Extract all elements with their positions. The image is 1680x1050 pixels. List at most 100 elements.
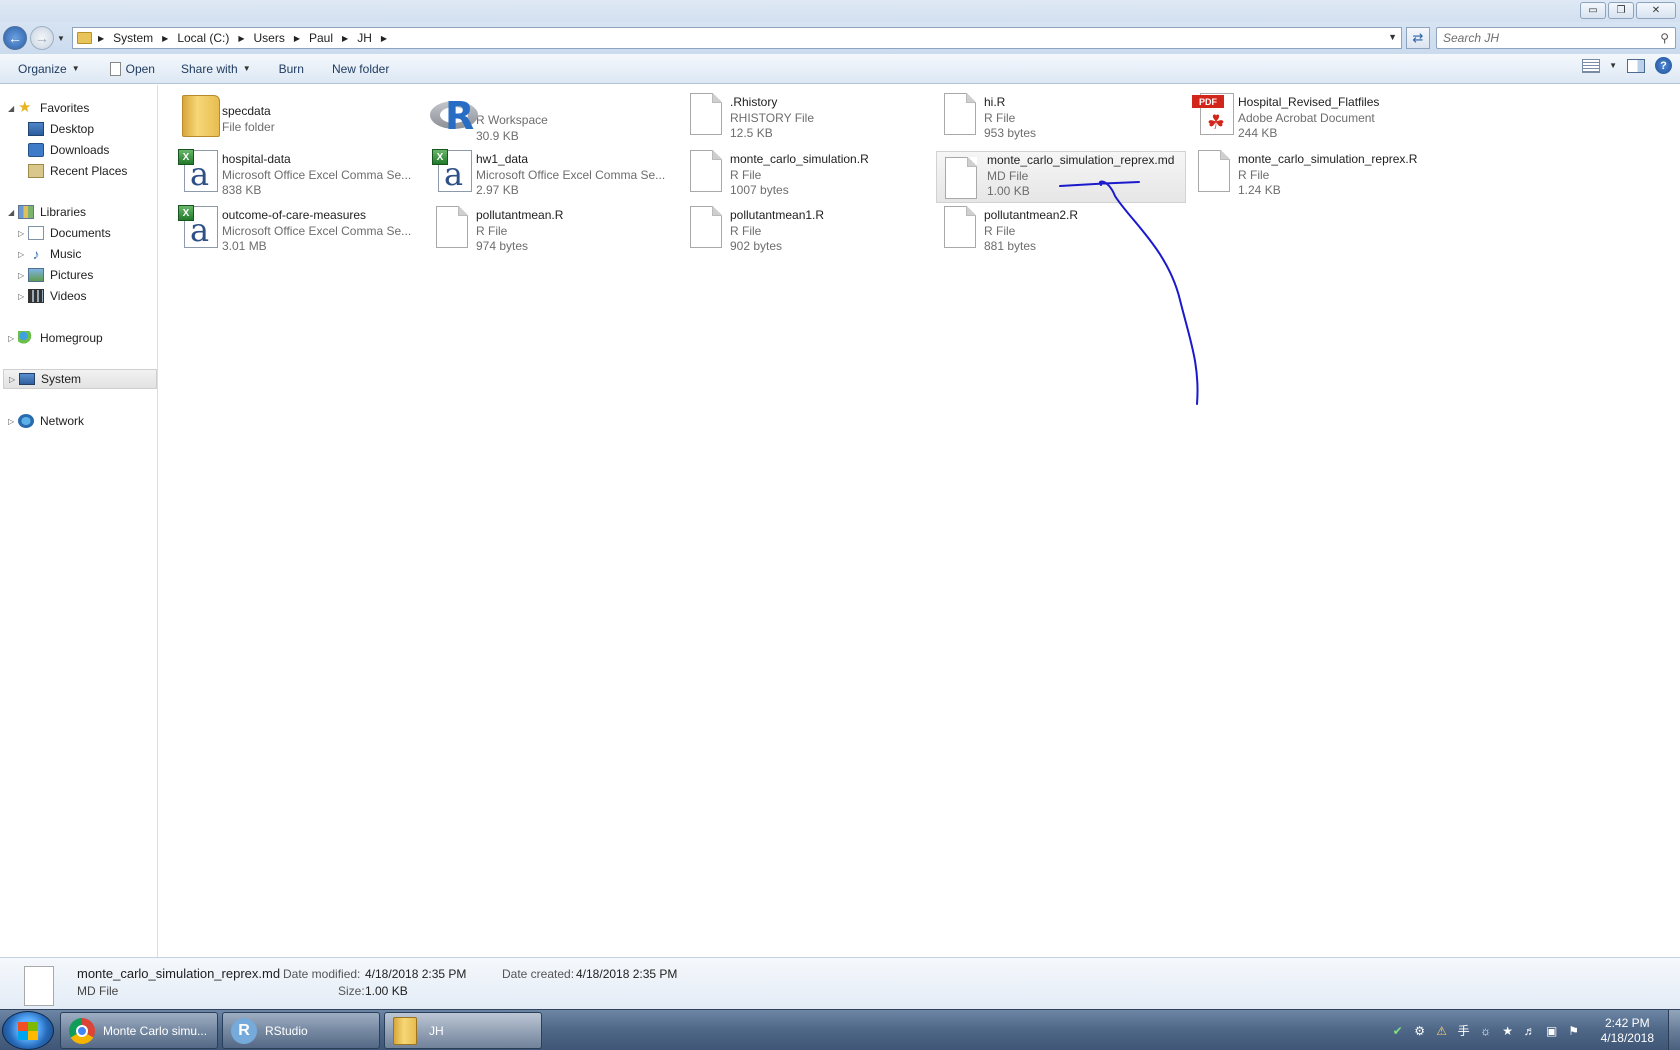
close-button[interactable]: ✕ (1636, 2, 1676, 19)
volume-alert-icon[interactable]: ⚠ (1435, 1024, 1449, 1038)
nav-label: Network (40, 414, 85, 428)
nav-downloads[interactable]: Downloads (28, 140, 109, 160)
minimize-button[interactable]: ▭ (1580, 2, 1606, 19)
file-type: Microsoft Office Excel Comma Se... (476, 167, 666, 182)
clock[interactable]: 2:42 PM 4/18/2018 (1601, 1016, 1654, 1046)
breadcrumb-item[interactable]: Paul (309, 31, 333, 45)
file-name: Hospital_Revised_Flatfiles (1238, 95, 1380, 109)
file-tile[interactable]: specdata File folder (172, 87, 424, 139)
file-tile[interactable]: a X hospital-data Microsoft Office Excel… (172, 144, 424, 197)
refresh-button[interactable]: ⇄ (1406, 27, 1430, 49)
taskbar-rstudio[interactable]: R RStudio (222, 1012, 380, 1049)
preview-pane-icon[interactable] (1627, 58, 1645, 73)
file-tile[interactable]: monte_carlo_simulation_reprex.R R File 1… (1188, 144, 1440, 197)
organize-button[interactable]: Organize ▼ (10, 57, 88, 81)
file-tile[interactable]: hi.R R File 953 bytes (934, 87, 1186, 140)
bluetooth-icon[interactable]: ★ (1501, 1024, 1515, 1038)
sync-check-icon[interactable]: ✔ (1391, 1024, 1405, 1038)
nav-label: Music (50, 247, 82, 261)
nav-system[interactable]: ▷ System (3, 369, 157, 389)
help-icon[interactable]: ? (1655, 57, 1672, 74)
search-placeholder: Search JH (1443, 31, 1500, 45)
expander-closed-icon[interactable]: ▷ (18, 229, 28, 238)
share-with-button[interactable]: Share with ▼ (173, 57, 259, 81)
expander-closed-icon[interactable]: ▷ (9, 375, 19, 384)
nav-libraries[interactable]: ◢ Libraries (8, 202, 86, 222)
expander-closed-icon[interactable]: ▷ (18, 271, 28, 280)
file-size: 30.9 KB (476, 128, 519, 143)
back-button[interactable]: ← (3, 26, 27, 50)
action-center-flag-icon[interactable]: ⚑ (1567, 1024, 1581, 1038)
restore-button[interactable]: ❐ (1608, 2, 1634, 19)
settings-gear-icon[interactable]: ⚙ (1413, 1024, 1427, 1038)
expander-closed-icon[interactable]: ▷ (8, 334, 18, 343)
file-tile[interactable]: a X outcome-of-care-measures Microsoft O… (172, 200, 424, 253)
open-button[interactable]: Open (102, 57, 163, 81)
chevron-right-icon[interactable]: ▶ (342, 34, 348, 43)
search-input[interactable]: Search JH ⚲ (1436, 27, 1676, 49)
new-folder-button[interactable]: New folder (324, 57, 397, 81)
file-tile[interactable]: pollutantmean1.R R File 902 bytes (680, 200, 932, 253)
taskbar-chrome[interactable]: Monte Carlo simu... (60, 1012, 218, 1049)
start-button[interactable] (2, 1011, 54, 1050)
breadcrumb-item[interactable]: Users (254, 31, 285, 45)
file-name: pollutantmean.R (476, 208, 564, 222)
power-icon[interactable]: ▣ (1545, 1024, 1559, 1038)
nav-favorites[interactable]: ◢ ★ Favorites (8, 98, 89, 118)
file-size: 881 bytes (984, 239, 1037, 253)
generic-file-icon (24, 966, 54, 1006)
chevron-right-icon[interactable]: ▶ (381, 34, 387, 43)
file-tile[interactable]: R R Workspace 30.9 KB (426, 87, 678, 143)
breadcrumb-item[interactable]: Local (C:) (177, 31, 229, 45)
file-tile[interactable]: .Rhistory RHISTORY File 12.5 KB (680, 87, 932, 140)
generic-file-icon (944, 206, 976, 248)
address-bar[interactable]: ▶ System ▶ Local (C:) ▶ Users ▶ Paul ▶ J… (72, 27, 1402, 49)
nav-label: System (41, 372, 82, 386)
nav-network[interactable]: ▷ Network (8, 411, 84, 431)
burn-button[interactable]: Burn (271, 57, 312, 81)
nav-homegroup[interactable]: ▷ Homegroup (8, 328, 103, 348)
chevron-right-icon[interactable]: ▶ (238, 34, 244, 43)
breadcrumb-item[interactable]: JH (357, 31, 372, 45)
expander-closed-icon[interactable]: ▷ (8, 417, 18, 426)
file-tile[interactable]: monte_carlo_simulation.R R File 1007 byt… (680, 144, 932, 197)
file-tile[interactable]: ☘ PDF Hospital_Revised_Flatfiles Adobe A… (1188, 87, 1440, 140)
change-view-button[interactable]: ▼ (1582, 58, 1617, 73)
chevron-right-icon[interactable]: ▶ (98, 34, 104, 43)
generic-file-icon (690, 206, 722, 248)
file-size: 3.01 MB (222, 239, 267, 253)
file-tile[interactable]: a X hw1_data Microsoft Office Excel Comm… (426, 144, 678, 197)
folder-icon (182, 95, 220, 137)
recent-places-icon (28, 164, 44, 178)
expander-open-icon[interactable]: ◢ (8, 104, 18, 113)
chevron-right-icon[interactable]: ▶ (294, 34, 300, 43)
nav-videos[interactable]: ▷ Videos (18, 286, 86, 306)
ime-icon[interactable]: 手 (1457, 1024, 1471, 1038)
file-type: Microsoft Office Excel Comma Se... (222, 223, 412, 238)
network-tray-icon[interactable]: ☼ (1479, 1024, 1493, 1038)
search-icon[interactable]: ⚲ (1660, 31, 1669, 45)
show-desktop-button[interactable] (1668, 1010, 1680, 1050)
forward-button[interactable]: → (30, 26, 54, 50)
nav-label: Downloads (50, 143, 110, 157)
file-tile-selected[interactable]: monte_carlo_simulation_reprex.md MD File… (936, 151, 1186, 203)
taskbar-explorer[interactable]: JH (384, 1012, 542, 1049)
file-name: monte_carlo_simulation_reprex.md (987, 153, 1175, 167)
nav-documents[interactable]: ▷ Documents (18, 223, 111, 243)
nav-recent-places[interactable]: Recent Places (28, 161, 127, 181)
nav-desktop[interactable]: Desktop (28, 119, 94, 139)
speaker-icon[interactable]: ♬ (1523, 1024, 1537, 1038)
file-size: 902 bytes (730, 239, 783, 253)
nav-music[interactable]: ▷ ♪ Music (18, 244, 81, 264)
recent-pages-dropdown[interactable]: ▼ (57, 34, 65, 43)
file-size: 974 bytes (476, 239, 529, 253)
address-dropdown[interactable]: ▼ (1388, 32, 1397, 42)
chevron-right-icon[interactable]: ▶ (162, 34, 168, 43)
expander-open-icon[interactable]: ◢ (8, 208, 18, 217)
expander-closed-icon[interactable]: ▷ (18, 250, 28, 259)
breadcrumb-item[interactable]: System (113, 31, 153, 45)
file-tile[interactable]: pollutantmean2.R R File 881 bytes (934, 200, 1186, 253)
nav-pictures[interactable]: ▷ Pictures (18, 265, 93, 285)
file-tile[interactable]: pollutantmean.R R File 974 bytes (426, 200, 678, 253)
expander-closed-icon[interactable]: ▷ (18, 292, 28, 301)
